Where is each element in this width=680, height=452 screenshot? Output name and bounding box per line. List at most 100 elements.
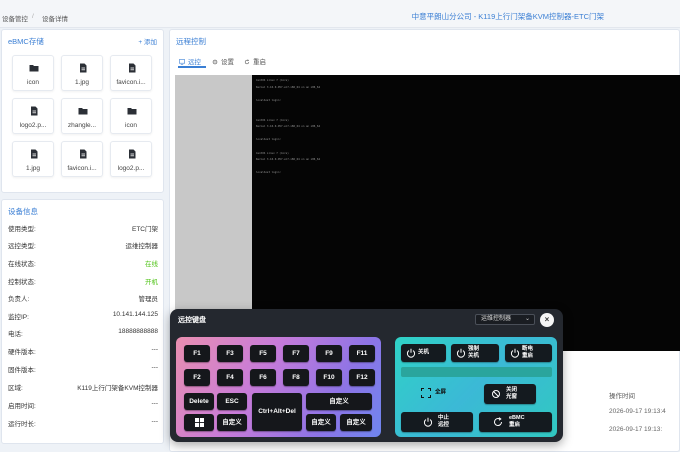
folder-icon <box>127 108 137 115</box>
tab-settings[interactable]: 设置 <box>212 56 234 66</box>
tab-settings-label: 设置 <box>221 59 234 66</box>
file-tile[interactable]: logo2.p... <box>12 98 54 134</box>
file-tile[interactable]: 1.jpg <box>61 55 103 91</box>
info-row: 远控类型: 运维控制器 <box>8 240 158 252</box>
close-light-window-button[interactable]: 关闭 光窗 <box>484 384 536 404</box>
custom-key-1[interactable]: 自定义 <box>217 414 247 431</box>
function-key[interactable]: F3 <box>217 345 243 362</box>
function-key[interactable]: F11 <box>349 345 375 362</box>
info-value: ETC门架 <box>132 226 158 233</box>
storage-title: eBMC存储 <box>8 37 44 46</box>
function-key[interactable]: F1 <box>184 345 210 362</box>
folder-icon <box>78 108 88 115</box>
file-name: 1.jpg <box>74 79 90 86</box>
info-label: 启用时间: <box>8 403 36 410</box>
breadcrumb-device-detail: 设备详情 <box>42 16 68 23</box>
shutdown-button[interactable]: 关机 <box>401 344 446 362</box>
file-tile[interactable]: favicon.i... <box>110 55 152 91</box>
info-value: --- <box>151 418 159 425</box>
function-key[interactable]: F7 <box>283 345 309 362</box>
file-tile[interactable]: logo2.p... <box>110 141 152 177</box>
info-row: 硬件版本: --- <box>8 346 158 358</box>
file-name: icon <box>27 79 39 86</box>
file-icon <box>129 63 136 73</box>
tab-reboot[interactable]: 重启 <box>244 56 266 66</box>
windows-icon <box>194 418 204 427</box>
info-label: 电话: <box>8 331 23 338</box>
info-value: 运维控制器 <box>125 243 159 250</box>
info-label: 运行时长: <box>8 421 36 428</box>
add-file-button[interactable]: + 添加 <box>138 36 157 46</box>
function-key[interactable]: F2 <box>184 369 210 386</box>
terminal-line: Kernel 3.10.0-957.el7.x86_64 on an x86_6… <box>256 85 321 89</box>
info-row: 负责人: 管理员 <box>8 293 158 305</box>
stop-remote-button[interactable]: 中止 远控 <box>401 412 473 432</box>
breadcrumb-device-management[interactable]: 设备管控 <box>2 13 28 23</box>
light-off-icon <box>492 390 500 398</box>
force-shutdown-button[interactable]: 强制 关机 <box>451 344 499 362</box>
esc-key[interactable]: ESC <box>217 393 247 410</box>
function-key[interactable]: F6 <box>250 369 276 386</box>
tab-remote-label: 远控 <box>188 59 201 66</box>
force-shutdown-label-2: 关机 <box>468 353 480 359</box>
control-status-bar <box>401 367 552 377</box>
file-tile[interactable]: 1.jpg <box>12 141 54 177</box>
ebmc-reboot-button[interactable]: eBMC 重启 <box>479 412 552 432</box>
info-value: --- <box>151 400 159 407</box>
top-bar: 设备管控 / 设备详情 中意平朗山分公司 - K119上行门架备KVM控制器-E… <box>0 0 680 28</box>
file-icon <box>31 149 38 159</box>
info-row: 运行时长: --- <box>8 418 158 430</box>
info-label: 监控IP: <box>8 314 29 321</box>
function-key[interactable]: F5 <box>250 345 276 362</box>
info-value: --- <box>151 364 159 371</box>
terminal-line: localhost login: <box>256 98 281 102</box>
ctrl-alt-del-key[interactable]: Ctrl+Alt+Del <box>252 393 302 431</box>
terminal-line: CentOS Linux 7 (Core) <box>256 151 289 155</box>
fullscreen-icon <box>421 388 431 398</box>
log-time-2: 2026-09-17 19:13: <box>609 426 663 433</box>
info-row: 在线状态: 在线 <box>8 258 158 270</box>
power-icon <box>510 348 520 358</box>
custom-key-5[interactable]: 自定义 <box>340 414 372 431</box>
info-value: K119上行门架备KVM控制器 <box>77 385 158 392</box>
file-tile[interactable]: icon <box>110 98 152 134</box>
file-tile[interactable]: icon <box>12 55 54 91</box>
function-key[interactable]: F10 <box>316 369 342 386</box>
close-light-label-2: 光窗 <box>506 394 518 400</box>
info-row: 电话: 18888888888 <box>8 328 158 340</box>
custom-key-4[interactable]: 自定义 <box>306 414 336 431</box>
info-label: 硬件版本: <box>8 349 36 356</box>
file-tile[interactable]: zhangle... <box>61 98 103 134</box>
stop-remote-label-1: 中止 <box>438 415 450 421</box>
close-keyboard-button[interactable]: × <box>540 313 554 327</box>
monitor-icon <box>179 59 185 65</box>
info-label: 控制状态: <box>8 279 36 286</box>
chevron-down-icon: ⌄ <box>524 316 530 322</box>
terminal-line: CentOS Linux 7 (Core) <box>256 118 289 122</box>
terminal-line: Kernel 3.10.0-957.el7.x86_64 on an x86_6… <box>256 125 321 129</box>
delete-key[interactable]: Delete <box>184 393 214 410</box>
windows-key[interactable] <box>184 414 214 431</box>
function-key[interactable]: F12 <box>349 369 375 386</box>
folder-icon <box>29 65 39 72</box>
file-icon <box>80 149 87 159</box>
file-name: logo2.p... <box>19 122 47 129</box>
close-light-label-1: 关闭 <box>506 387 518 393</box>
function-key[interactable]: F9 <box>316 345 342 362</box>
shutdown-label: 关机 <box>418 349 430 356</box>
function-key[interactable]: F4 <box>217 369 243 386</box>
controller-mode-select[interactable]: 运维控制器 ⌄ <box>475 314 535 325</box>
keyboard-keys-panel: 自定义 Delete ESC Ctrl+Alt+Del 自定义 自定义 自定义 … <box>176 337 381 437</box>
ebmc-reboot-label-1: eBMC <box>509 415 525 421</box>
info-value: 开机 <box>145 279 158 286</box>
file-tile[interactable]: favicon.i... <box>61 141 103 177</box>
custom-key-3[interactable]: 自定义 <box>306 393 372 410</box>
info-row: 区域: K119上行门架备KVM控制器 <box>8 382 158 394</box>
fullscreen-button[interactable]: 全屏 <box>401 384 471 402</box>
tab-reboot-label: 重启 <box>253 59 266 66</box>
power-reset-button[interactable]: 断电 重启 <box>505 344 552 362</box>
info-label: 固件版本: <box>8 367 36 374</box>
tab-remote[interactable]: 远控 <box>179 56 201 66</box>
function-key[interactable]: F8 <box>283 369 309 386</box>
file-name: favicon.i... <box>116 79 146 86</box>
